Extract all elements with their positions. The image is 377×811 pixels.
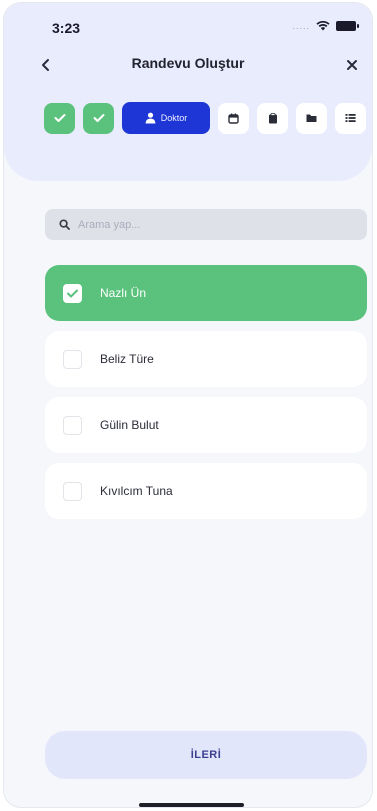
list-item[interactable]: Beliz Türe bbox=[45, 331, 367, 387]
check-icon bbox=[67, 289, 78, 297]
step-indicator: Doktor bbox=[44, 101, 366, 135]
step-department[interactable] bbox=[296, 102, 327, 134]
step-doctor-label: Doktor bbox=[160, 113, 188, 123]
step-summary[interactable] bbox=[335, 102, 366, 134]
doctor-icon bbox=[145, 112, 156, 124]
header-panel: 3:23 ..... Randevu Oluştur Doktor bbox=[4, 3, 372, 181]
list-item[interactable]: Nazlı Ün bbox=[45, 265, 367, 321]
signal-icon: ..... bbox=[292, 21, 310, 31]
nav-bar: Randevu Oluştur bbox=[4, 49, 372, 81]
home-indicator bbox=[139, 803, 244, 807]
step-2-completed[interactable] bbox=[83, 102, 114, 134]
close-icon bbox=[347, 60, 357, 70]
doctor-name: Beliz Türe bbox=[100, 352, 154, 366]
list-item[interactable]: Gülin Bulut bbox=[45, 397, 367, 453]
doctor-name: Gülin Bulut bbox=[100, 418, 159, 432]
close-button[interactable] bbox=[340, 53, 364, 77]
checkbox[interactable] bbox=[63, 481, 82, 501]
folder-icon bbox=[306, 114, 317, 122]
search-input[interactable] bbox=[78, 218, 338, 231]
list-item[interactable]: Kıvılcım Tuna bbox=[45, 463, 367, 519]
checkbox[interactable] bbox=[63, 415, 82, 435]
status-indicators: ..... bbox=[292, 21, 359, 31]
list-icon bbox=[345, 114, 356, 122]
search-icon bbox=[59, 219, 70, 230]
step-time[interactable] bbox=[257, 102, 288, 134]
doctor-name: Nazlı Ün bbox=[100, 286, 147, 300]
step-date[interactable] bbox=[218, 102, 249, 134]
calendar-icon bbox=[228, 113, 239, 124]
doctor-list: Nazlı Ün Beliz Türe Gülin Bulut Kıvılcım… bbox=[45, 265, 367, 529]
check-icon bbox=[54, 114, 65, 122]
battery-icon bbox=[336, 21, 359, 31]
search-bar[interactable] bbox=[45, 209, 367, 240]
phone-screen: 3:23 ..... Randevu Oluştur Doktor Arama … bbox=[3, 2, 373, 808]
doctor-name: Kıvılcım Tuna bbox=[100, 484, 173, 498]
step-doctor-active[interactable]: Doktor bbox=[122, 102, 210, 134]
step-1-completed[interactable] bbox=[44, 102, 75, 134]
checkbox[interactable] bbox=[63, 349, 82, 369]
check-icon bbox=[93, 114, 104, 122]
status-bar: 3:23 ..... bbox=[4, 3, 372, 47]
page-title: Randevu Oluştur bbox=[131, 55, 245, 71]
clipboard-icon bbox=[268, 112, 277, 123]
next-button[interactable]: İLERİ bbox=[45, 731, 367, 779]
wifi-icon bbox=[316, 21, 330, 31]
status-time: 3:23 bbox=[52, 20, 81, 36]
checkbox-checked[interactable] bbox=[63, 283, 82, 303]
